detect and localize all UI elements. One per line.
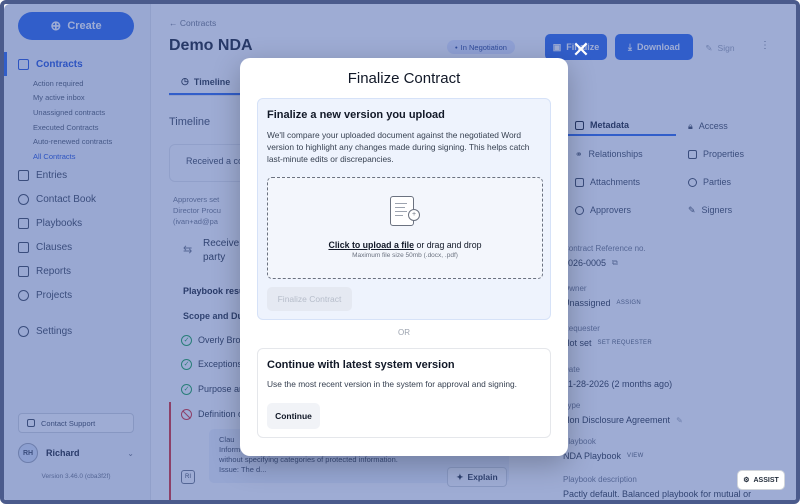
- latest-heading: Continue with latest system version: [267, 359, 455, 371]
- continue-button[interactable]: Continue: [267, 403, 320, 429]
- upload-heading: Finalize a new version you upload: [267, 109, 445, 121]
- latest-version-card: Continue with latest system version Use …: [257, 348, 551, 438]
- or-divider: OR: [398, 328, 410, 337]
- upload-hint: Maximum file size 50mb (.docx, .pdf): [352, 252, 458, 259]
- latest-description: Use the most recent version in the syste…: [267, 379, 517, 389]
- drag-drop-text: or drag and drop: [414, 240, 482, 250]
- assist-label: ASSIST: [753, 476, 779, 484]
- upload-instruction: Click to upload a file or drag and drop: [268, 240, 542, 250]
- gear-icon: ⚙: [743, 477, 750, 484]
- file-dropzone[interactable]: + Click to upload a file or drag and dro…: [267, 177, 543, 279]
- document-upload-icon: +: [390, 196, 420, 226]
- close-icon[interactable]: ✕: [569, 38, 593, 62]
- dialog-title: Finalize Contract: [347, 70, 461, 87]
- assist-button[interactable]: ⚙ ASSIST: [737, 470, 785, 490]
- upload-description: We'll compare your uploaded document aga…: [267, 130, 530, 164]
- upload-option-card: Finalize a new version you upload We'll …: [257, 98, 551, 320]
- finalize-contract-button[interactable]: Finalize Contract: [267, 287, 352, 311]
- app-window: ⊕ Create Contracts Action required My ac…: [0, 0, 800, 504]
- upload-file-link[interactable]: Click to upload a file: [328, 240, 414, 250]
- finalize-contract-dialog: Finalize Contract Finalize a new version…: [240, 58, 568, 456]
